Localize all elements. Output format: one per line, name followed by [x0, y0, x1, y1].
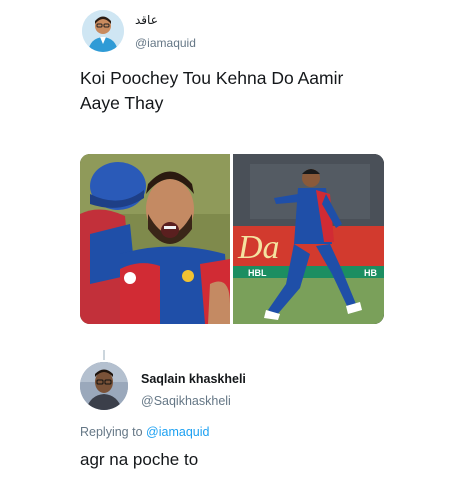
- replying-to-line: Replying to @iamaquid: [80, 425, 209, 439]
- user-avatar[interactable]: [82, 10, 124, 52]
- replying-to-label: Replying to: [80, 425, 143, 439]
- banner-text: Da: [237, 229, 280, 266]
- reply-user-avatar[interactable]: [80, 362, 128, 410]
- tweet-text: Koi Poochey Tou Kehna Do Aamir Aaye Thay: [80, 66, 400, 116]
- user-display-name[interactable]: عاقد: [135, 13, 158, 27]
- left-photo: [80, 154, 230, 324]
- tweet-media[interactable]: Da HBL HB: [80, 154, 384, 324]
- reply-text: agr na poche to: [80, 450, 199, 469]
- board-text-left: HBL: [248, 268, 267, 278]
- user-handle[interactable]: @iamaquid: [135, 36, 196, 50]
- reply-user-display-name[interactable]: Saqlain khaskheli: [141, 372, 246, 386]
- tweet-text-line: Aaye Thay: [80, 93, 164, 113]
- replying-to-mention-link[interactable]: @iamaquid: [146, 425, 209, 439]
- thread-connector: [103, 350, 105, 360]
- board-text-right: HB: [364, 268, 377, 278]
- right-photo: Da HBL HB: [233, 154, 384, 324]
- tweet-text-line: Koi Poochey Tou Kehna Do Aamir: [80, 68, 344, 88]
- reply-user-handle[interactable]: @Saqikhaskheli: [141, 394, 231, 408]
